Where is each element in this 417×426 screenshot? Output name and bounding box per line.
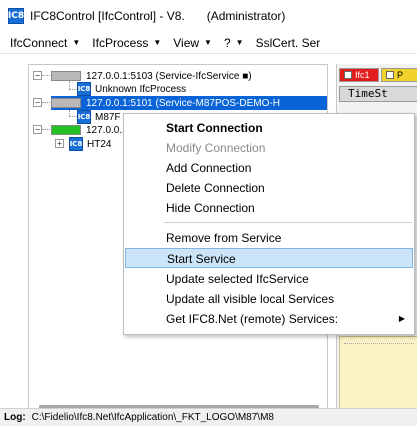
tree-row-m87-process[interactable]: IC8 M87F [77, 110, 121, 124]
tab-ifc1[interactable]: Ifc1 [339, 68, 379, 82]
menu-ifcprocess[interactable]: IfcProcess ▼ [86, 36, 167, 50]
menu-bar: IfcConnect ▼ IfcProcess ▼ View ▼ ? ▼ SslCert… [0, 32, 417, 54]
menu-item-update-selected-service[interactable]: Update selected IfcService [125, 269, 413, 289]
tab-checkbox[interactable] [344, 71, 352, 79]
menu-item-add-connection[interactable]: Add Connection [125, 158, 413, 178]
menu-item-modify-connection: Modify Connection [166, 141, 266, 155]
log-path: C:\Fidelio\Ifc8.Net\IfcApplication\_FKT_… [31, 412, 274, 423]
menu-help[interactable]: ? ▼ [218, 36, 250, 50]
tree-row-label: 127.0.0.1 [86, 124, 128, 136]
tree-row-service-5103[interactable]: 127.0.0.1:5103 (Service-IfcService ■) [51, 69, 252, 83]
chevron-down-icon: ▼ [153, 38, 162, 47]
chevron-down-icon: ▼ [204, 38, 212, 47]
tree-row-label: HT24 [87, 138, 112, 150]
menu-item-start-connection[interactable]: Start Connection [125, 118, 413, 138]
collapse-icon[interactable]: − [33, 71, 42, 80]
tab-checkbox[interactable] [386, 71, 394, 79]
window-title-admin: (Administrator) [206, 9, 286, 23]
menu-item-hide-connection[interactable]: Hide Connection [125, 198, 413, 218]
tree-row-service-5101[interactable]: 127.0.0.1:5101 (Service-M87POS-DEMO-H [51, 96, 327, 110]
tree-connector [69, 116, 77, 117]
tree-row-label: M87F [95, 111, 121, 123]
menu-item-get-remote-services[interactable]: Get IFC8.Net (remote) Services: ▶ [125, 309, 413, 329]
window-title: IFC8Control [IfcControl] - V8. [30, 9, 185, 23]
tree-row-label: 127.0.0.1:5103 (Service-IfcService ■) [86, 70, 252, 82]
menu-ifcprocess-label: IfcProcess [92, 35, 149, 50]
tree-row-unknown-process[interactable]: IC8 Unknown IfcProcess [77, 82, 186, 96]
chevron-down-icon: ▼ [235, 38, 244, 47]
log-label: Log: [4, 412, 26, 423]
menu-help-label: ? [223, 35, 231, 50]
chevron-down-icon: ▼ [72, 38, 81, 47]
menu-view-label: View [173, 35, 200, 50]
menu-item-remove-from-service[interactable]: Remove from Service [125, 228, 413, 248]
tree-connector [69, 81, 70, 89]
menu-ifcconnect-label: IfcConnect [10, 35, 68, 50]
log-path-bar: Log: C:\Fidelio\Ifc8.Net\IfcApplication\_… [0, 408, 417, 426]
log-line [344, 343, 414, 344]
server-status-icon [51, 125, 81, 135]
tab-label: P [397, 70, 404, 80]
collapse-icon[interactable]: − [33, 98, 42, 107]
server-status-icon [51, 71, 81, 81]
menu-ifcconnect[interactable]: IfcConnect ▼ [4, 36, 86, 50]
menu-sslcert-label: SslCert. Ser [255, 35, 321, 50]
submenu-arrow-icon: ▶ [398, 314, 405, 323]
menu-item-start-service[interactable]: Start Service [125, 248, 413, 268]
tree-row-label: 127.0.0.1:5101 (Service-M87POS-DEMO-H [86, 97, 280, 109]
app-icon: IC8 [8, 8, 24, 24]
tab-label: Ifc1 [355, 70, 370, 80]
tree-row-ht24-process[interactable]: IC8 HT24 [69, 137, 111, 151]
timestamp-column-header[interactable]: TimeSt [339, 86, 417, 102]
tree-row-label: Unknown IfcProcess [95, 83, 187, 95]
menu-sslcert[interactable]: SslCert. Ser [250, 36, 327, 50]
ifc-process-icon: IC8 [77, 82, 91, 96]
title-bar: IC8 IFC8Control [IfcControl] - V8. (Admi… [0, 0, 417, 32]
menu-separator [164, 222, 412, 223]
tab-p[interactable]: P [381, 68, 417, 82]
ifc-process-icon: IC8 [69, 137, 83, 151]
menu-view[interactable]: View ▼ [167, 36, 218, 50]
tree-connector [69, 89, 77, 90]
collapse-icon[interactable]: − [33, 125, 42, 134]
menu-item-update-all-local-services[interactable]: Update all visible local Services [125, 289, 413, 309]
context-menu: Start Connection Modify Connection Add C… [123, 113, 415, 335]
tree-row-service-local[interactable]: 127.0.0.1 [51, 123, 128, 137]
server-status-icon [51, 98, 81, 108]
menu-item-label: Get IFC8.Net (remote) Services: [166, 312, 339, 326]
log-area [339, 336, 417, 412]
expand-icon[interactable]: + [55, 139, 64, 148]
menu-item-delete-connection[interactable]: Delete Connection [125, 178, 413, 198]
ifc-process-icon: IC8 [77, 110, 91, 124]
